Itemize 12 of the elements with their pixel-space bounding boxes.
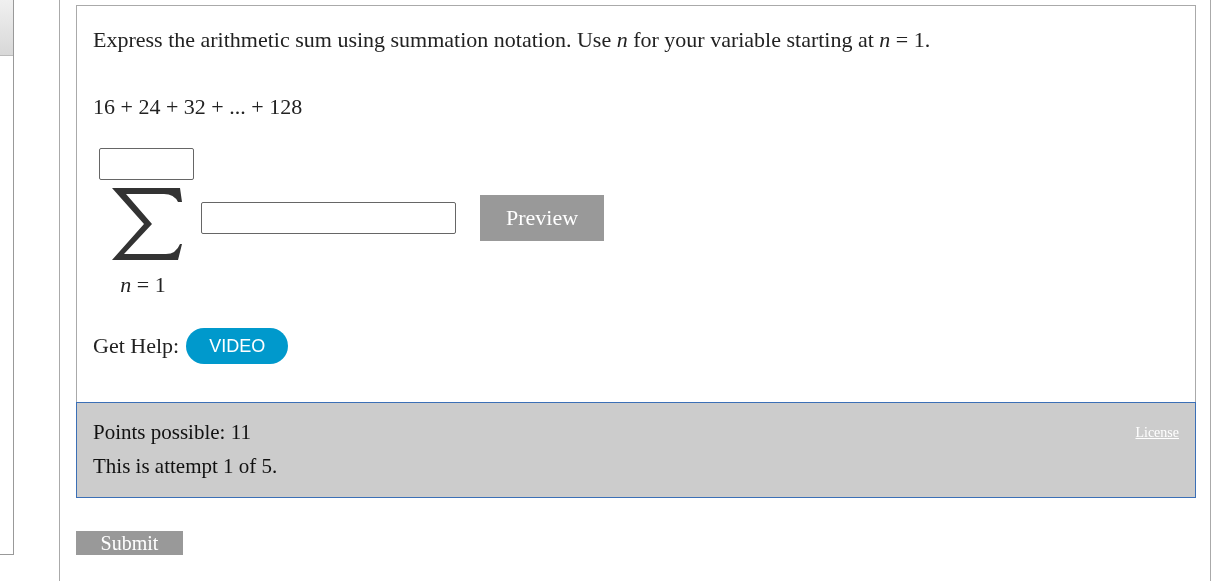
term-field[interactable] xyxy=(201,202,456,234)
submit-button[interactable]: Submit xyxy=(76,531,183,555)
arithmetic-series: 16 + 24 + 32 + ... + 128 xyxy=(93,93,304,121)
help-label: Get Help: xyxy=(93,333,180,359)
upper-limit-field[interactable] xyxy=(98,148,194,180)
lower-limit: n = 1 xyxy=(120,272,166,298)
video-button[interactable]: VIDEO xyxy=(186,328,289,364)
sigma-icon xyxy=(110,186,182,262)
attempt-text: This is attempt 1 of 5. xyxy=(93,453,278,479)
question-text: Express the arithmetic sum using summation notation. Use n for your variable starting at n = 1. xyxy=(93,26,932,54)
preview-button[interactable]: Preview xyxy=(480,195,604,241)
points-text: Points possible: 11 xyxy=(93,419,252,445)
